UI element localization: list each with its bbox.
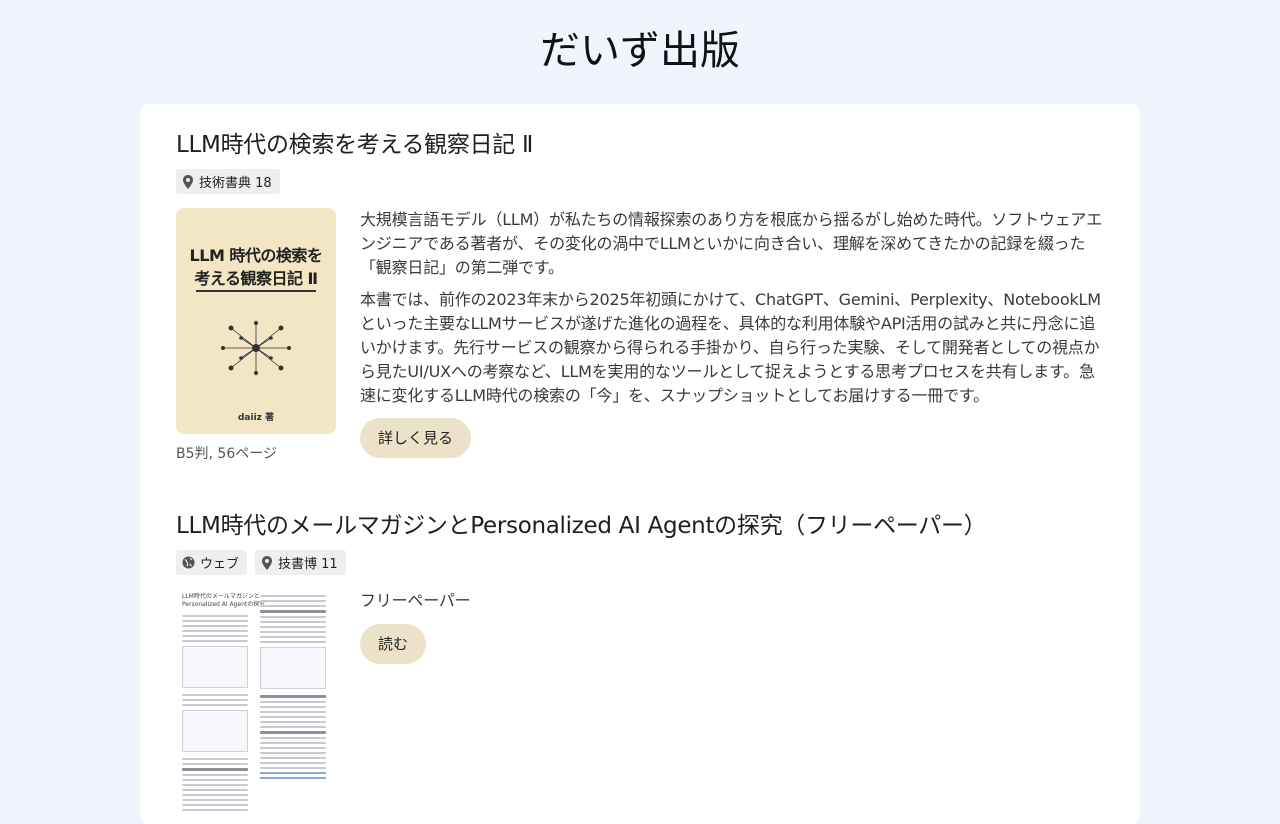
cover-title-line: Personalized AI Agentの探究	[182, 601, 266, 608]
book-description: フリーペーパー	[360, 589, 1104, 613]
paper-text-column	[182, 615, 248, 814]
book-list-card: LLM時代の検索を考える観察日記 Ⅱ 技術書典 18 LLM 時代の検索を 考え…	[140, 104, 1140, 824]
description-paragraph: フリーペーパー	[360, 591, 471, 610]
book-content: フリーペーパー 読む	[360, 589, 1104, 664]
site-title: だいず出版	[540, 28, 740, 74]
description-paragraph: 本書では、前作の2023年末から2025年初頭にかけて、ChatGPT、Gemi…	[360, 290, 1101, 405]
cover-title: LLM時代のメールマガジンと Personalized AI Agentの探究	[182, 593, 265, 609]
location-pin-icon	[262, 555, 273, 570]
book-title[interactable]: LLM時代のメールマガジンとPersonalized AI Agentの探究（フ…	[176, 510, 1104, 542]
details-button[interactable]: 詳しく見る	[360, 418, 472, 458]
location-pin-icon	[183, 174, 193, 189]
cover-author: daiiz 著	[237, 413, 275, 423]
read-button[interactable]: 読む	[360, 624, 427, 664]
description-paragraph: 大規模言語モデル（LLM）が私たちの情報探索のあり方を根底から揺るがし始めた時代…	[360, 210, 1103, 277]
event-tag: 技術書典 18	[176, 169, 280, 194]
tag-label: 技術書典 18	[199, 176, 272, 191]
book-title[interactable]: LLM時代の検索を考える観察日記 Ⅱ	[176, 129, 1104, 161]
book-content: 大規模言語モデル（LLM）が私たちの情報探索のあり方を根底から揺るがし始めた時代…	[360, 208, 1104, 458]
book-cover[interactable]: LLM時代のメールマガジンと Personalized AI Agentの探究	[176, 589, 336, 815]
tag-label: 技書博 11	[278, 557, 338, 572]
cover-title: LLM 時代の検索を 考える観察日記 Ⅱ	[176, 244, 336, 290]
tag-label: ウェブ	[200, 557, 240, 572]
event-tag: 技書博 11	[255, 550, 346, 575]
cover-title-line: LLM時代のメールマガジンと	[182, 593, 260, 600]
book-description: 大規模言語モデル（LLM）が私たちの情報探索のあり方を根底から揺るがし始めた時代…	[360, 208, 1104, 408]
web-tag: ウェブ	[176, 550, 248, 575]
book-tags: 技術書典 18	[176, 169, 1104, 194]
book-cover[interactable]: LLM 時代の検索を 考える観察日記 Ⅱ daiiz 著	[176, 208, 336, 434]
cover-rule	[196, 290, 316, 292]
cover-title-line: LLM 時代の検索を	[189, 246, 323, 265]
globe-icon	[182, 556, 195, 569]
network-illustration-icon	[221, 321, 291, 375]
book-body: LLM時代のメールマガジンと Personalized AI Agentの探究	[176, 589, 1104, 815]
book-body: LLM 時代の検索を 考える観察日記 Ⅱ daiiz 著 B5判, 56ページ …	[176, 208, 1104, 462]
book-format: B5判, 56ページ	[176, 446, 277, 462]
book-tags: ウェブ 技書博 11	[176, 550, 1104, 575]
book-item: LLM時代のメールマガジンとPersonalized AI Agentの探究（フ…	[176, 510, 1104, 815]
cover-title-line: 考える観察日記 Ⅱ	[194, 269, 318, 288]
book-item: LLM時代の検索を考える観察日記 Ⅱ 技術書典 18 LLM 時代の検索を 考え…	[176, 129, 1104, 462]
paper-text-column	[260, 595, 326, 782]
